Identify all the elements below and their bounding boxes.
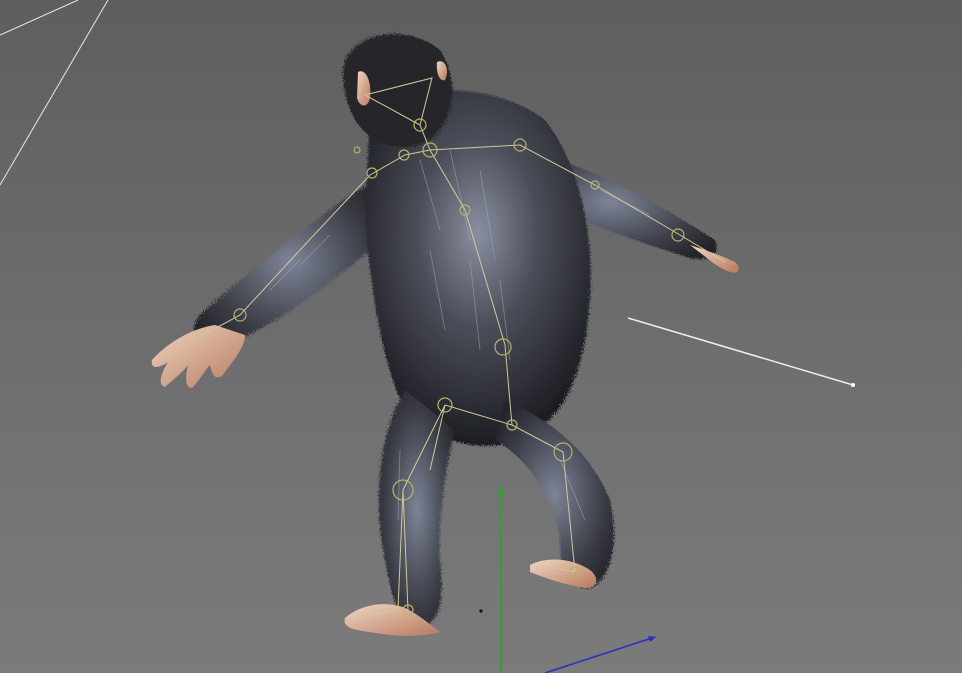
3d-viewport[interactable] [0,0,962,673]
character-model[interactable] [151,33,739,636]
scene-canvas[interactable] [0,0,962,673]
